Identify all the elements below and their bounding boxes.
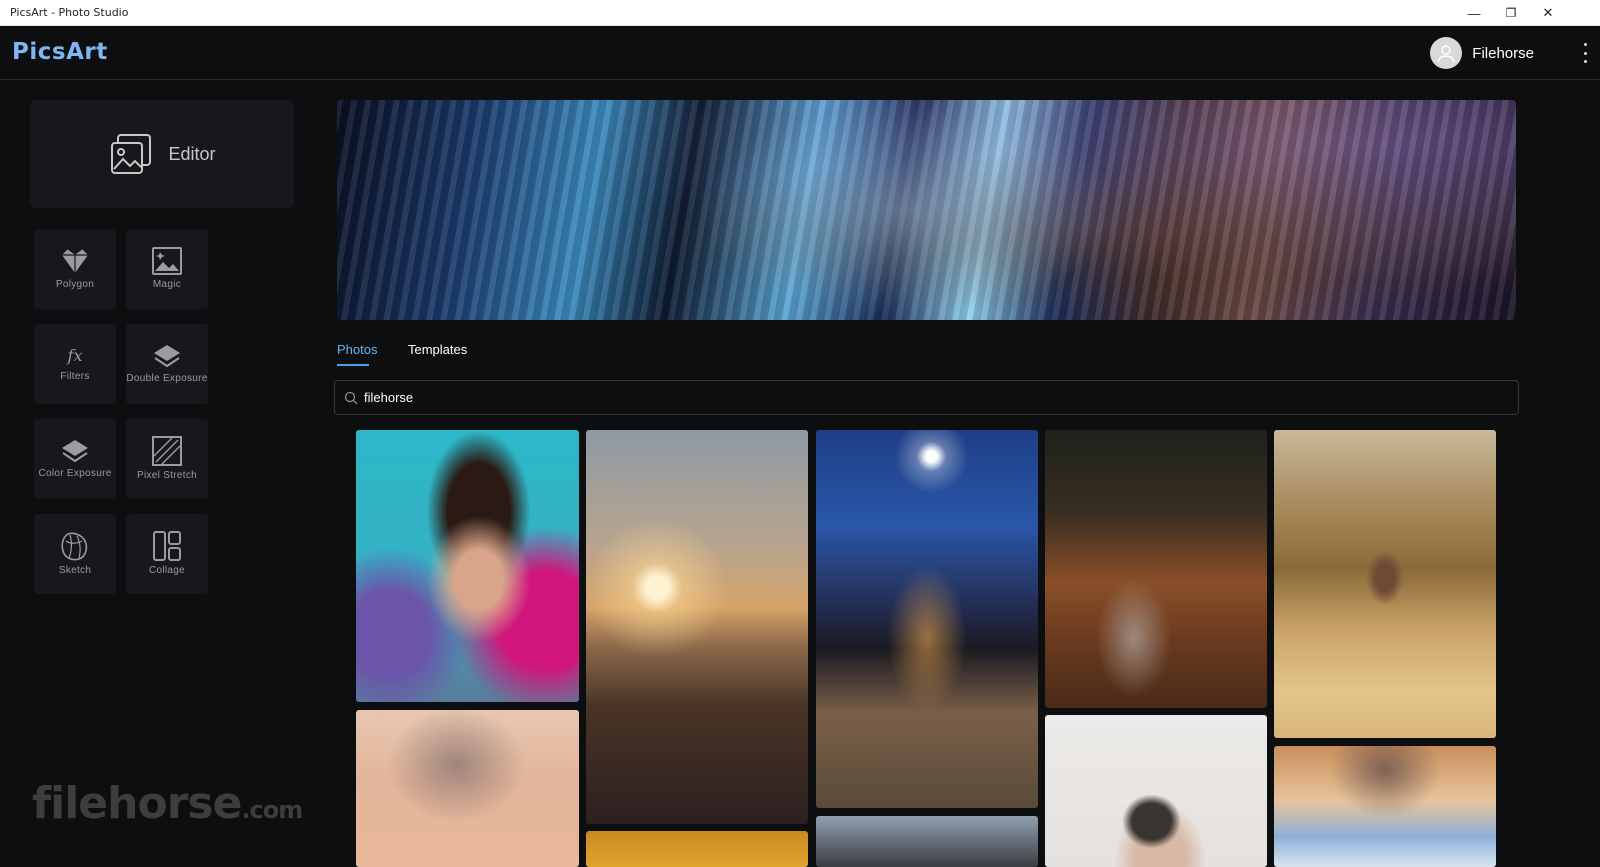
active-tab-indicator xyxy=(337,364,369,366)
app-header: PicsArt Filehorse xyxy=(0,26,1600,80)
search-icon xyxy=(344,391,358,404)
watermark-suffix: .com xyxy=(241,796,303,824)
tool-collage[interactable]: Collage xyxy=(126,514,208,594)
image-gallery-icon xyxy=(111,134,152,174)
editor-label: Editor xyxy=(168,143,216,164)
photo-thumbnail[interactable] xyxy=(1274,430,1496,738)
photo-thumbnail[interactable] xyxy=(816,430,1038,808)
polygon-icon xyxy=(62,248,88,273)
window-titlebar: PicsArt - Photo Studio — ❐ ✕ xyxy=(0,0,1600,26)
tool-color-exposure[interactable]: Color Exposure xyxy=(34,419,116,499)
hero-banner[interactable] xyxy=(337,100,1516,320)
user-profile[interactable]: Filehorse xyxy=(1430,37,1534,69)
fx-icon: fx xyxy=(67,346,83,365)
restore-button[interactable]: ❐ xyxy=(1493,0,1529,26)
photo-thumbnail[interactable] xyxy=(586,831,808,867)
more-options-icon[interactable] xyxy=(1582,43,1588,63)
minimize-button[interactable]: — xyxy=(1456,0,1492,26)
avatar[interactable] xyxy=(1430,37,1463,69)
photo-thumbnail[interactable] xyxy=(356,430,579,702)
tool-label: Polygon xyxy=(55,279,95,290)
photo-thumbnail[interactable] xyxy=(356,710,579,867)
collage-icon xyxy=(153,531,181,561)
tool-label: Filters xyxy=(60,371,90,382)
tool-polygon[interactable]: Polygon xyxy=(34,229,116,309)
tab-templates[interactable]: Templates xyxy=(408,342,467,357)
close-button[interactable]: ✕ xyxy=(1530,0,1566,26)
tool-label: Pixel Stretch xyxy=(136,470,198,481)
tool-pixel-stretch[interactable]: Pixel Stretch xyxy=(126,419,208,499)
sketch-icon xyxy=(61,532,88,561)
tool-label: Sketch xyxy=(58,565,92,576)
tool-label: Collage xyxy=(148,565,185,576)
username[interactable]: Filehorse xyxy=(1472,45,1534,62)
banner-glow xyxy=(697,100,1117,320)
tool-label: Color Exposure xyxy=(38,468,112,479)
filehorse-watermark: filehorse.com xyxy=(32,778,303,829)
tool-label: Magic xyxy=(152,279,182,290)
tool-double-exposure[interactable]: Double Exposure xyxy=(126,324,208,404)
window-title: PicsArt - Photo Studio xyxy=(10,6,129,19)
tool-magic[interactable]: Magic xyxy=(126,229,208,309)
photo-thumbnail[interactable] xyxy=(1045,430,1267,708)
search-bar[interactable] xyxy=(334,380,1519,415)
photo-thumbnail[interactable] xyxy=(816,816,1038,867)
layers-icon xyxy=(154,345,180,368)
layers-icon xyxy=(62,440,88,463)
user-icon xyxy=(1437,45,1456,63)
tool-sketch[interactable]: Sketch xyxy=(34,514,116,594)
tool-label: Double Exposure xyxy=(126,373,208,384)
search-input[interactable] xyxy=(364,390,1464,405)
watermark-text: filehorse xyxy=(32,778,242,829)
tool-filters[interactable]: fx Filters xyxy=(34,324,116,404)
editor-button[interactable]: Editor xyxy=(30,100,294,208)
pixel-stretch-icon xyxy=(152,436,182,466)
photo-thumbnail[interactable] xyxy=(1274,746,1496,867)
picsart-logo[interactable]: PicsArt xyxy=(12,39,108,65)
tab-photos[interactable]: Photos xyxy=(337,342,377,357)
svg-text:fx: fx xyxy=(67,346,83,365)
photo-thumbnail[interactable] xyxy=(1045,715,1267,867)
photo-thumbnail[interactable] xyxy=(586,430,808,824)
magic-icon xyxy=(152,247,182,275)
